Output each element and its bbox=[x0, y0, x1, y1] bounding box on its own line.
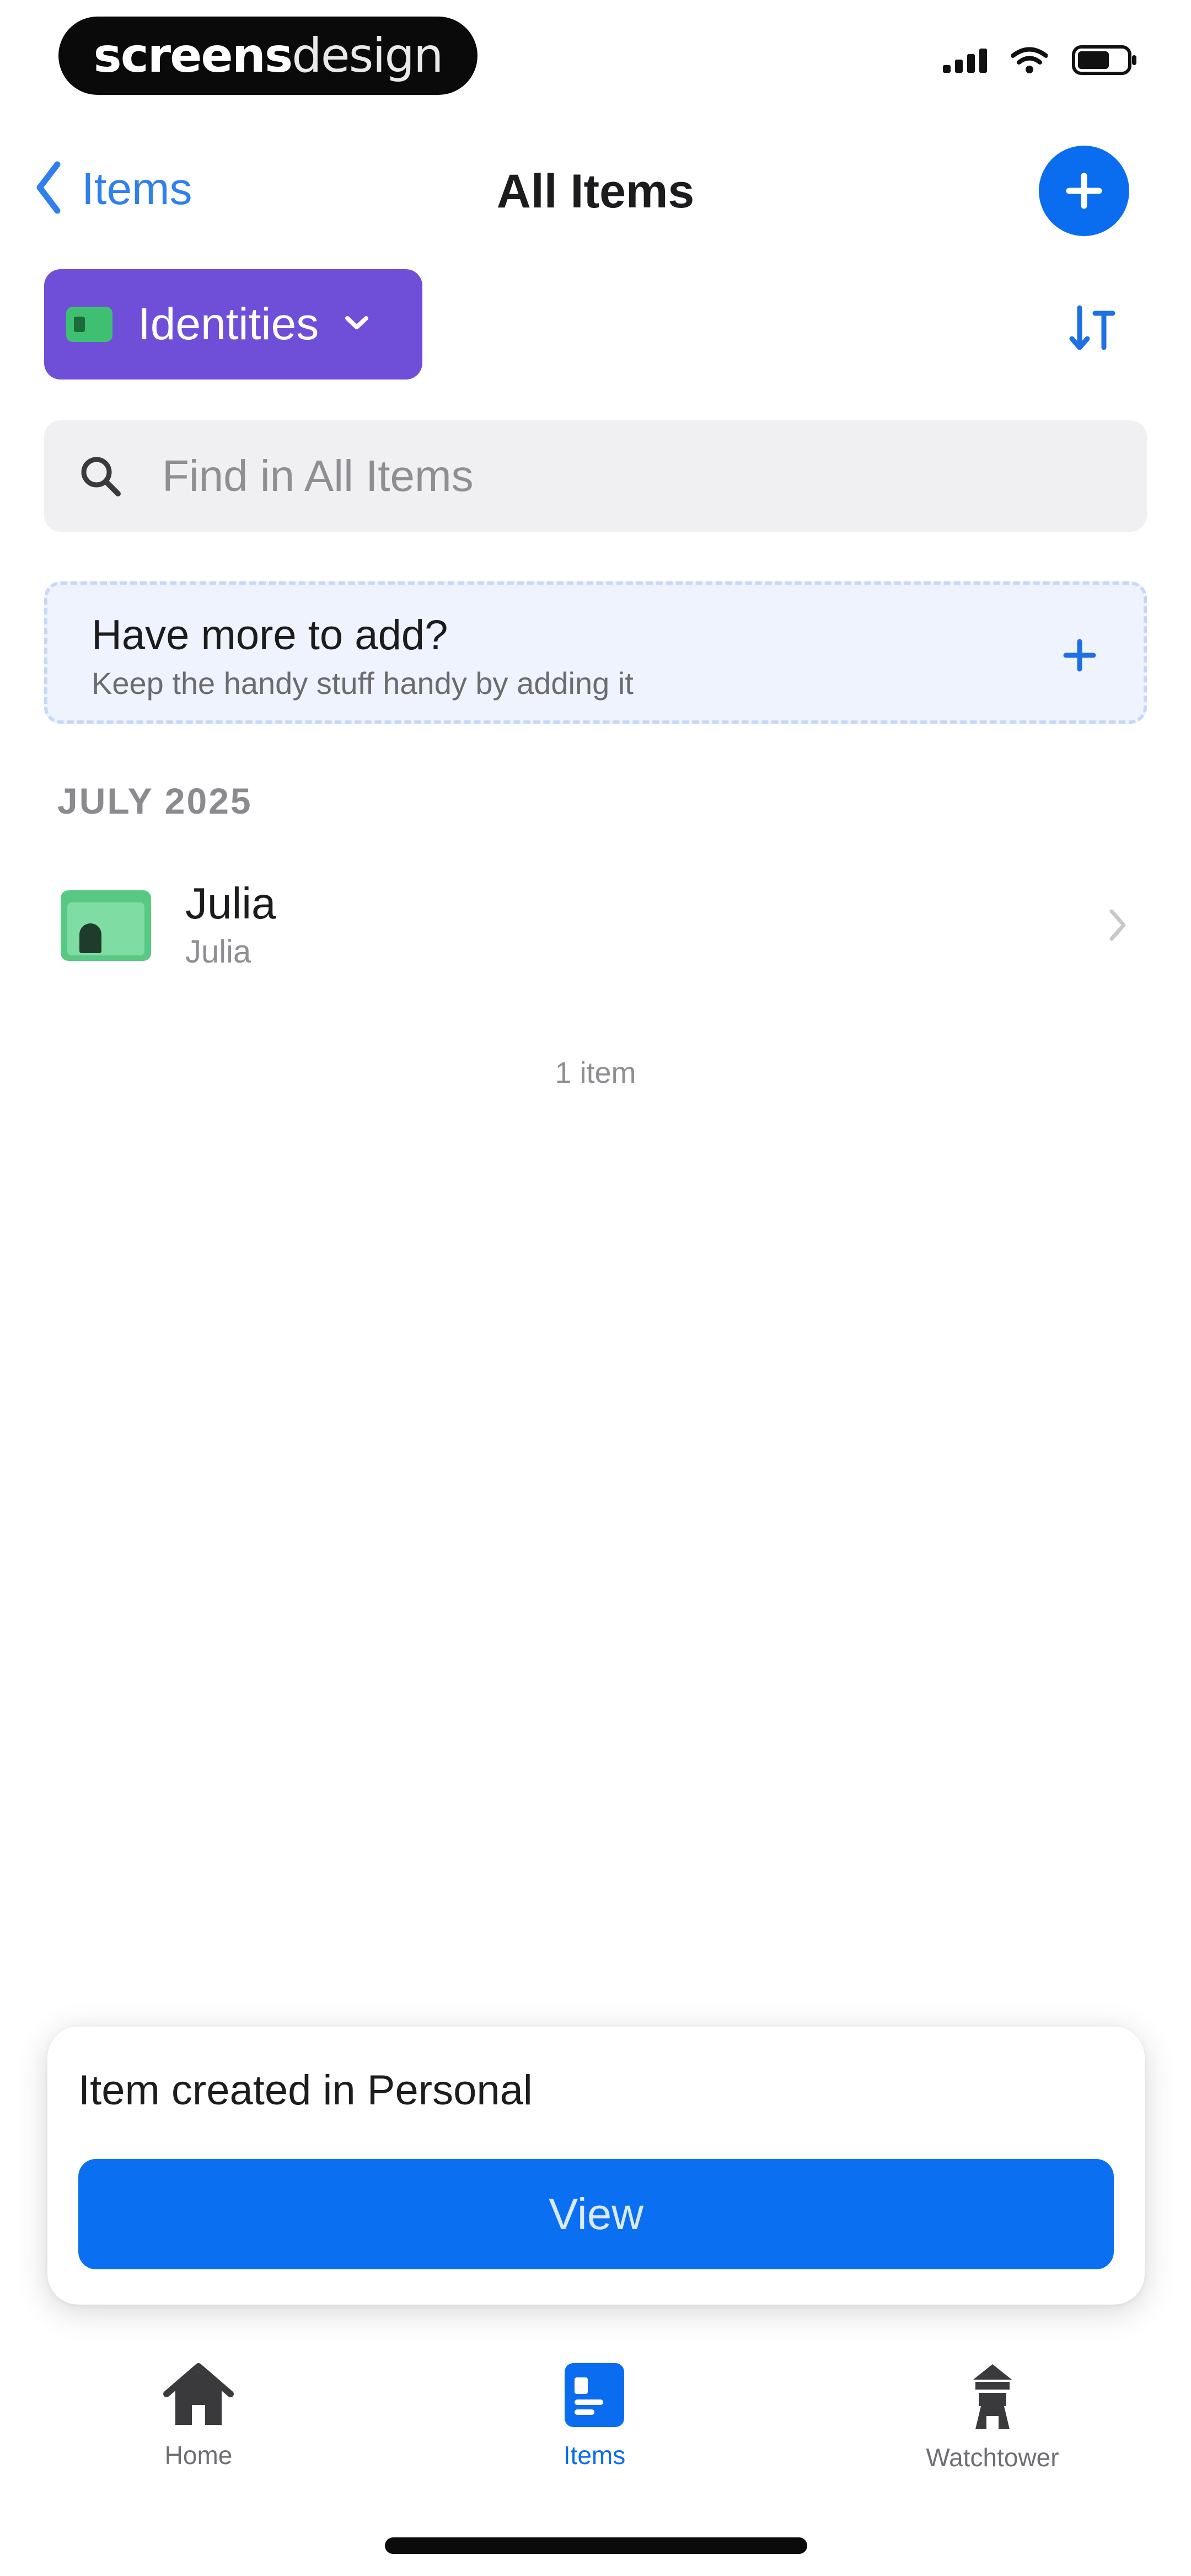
brand-bold: screens bbox=[93, 28, 293, 83]
page-title: All Items bbox=[496, 165, 695, 218]
add-item-button[interactable] bbox=[1039, 146, 1129, 236]
section-header: JULY 2025 bbox=[57, 781, 253, 821]
brand-wordmark: screensdesign bbox=[93, 28, 444, 83]
add-item-prompt-card[interactable]: Have more to add? Keep the handy stuff h… bbox=[44, 581, 1147, 724]
item-title: Julia bbox=[185, 879, 276, 928]
add-prompt-title: Have more to add? bbox=[92, 612, 448, 659]
item-count-label: 1 item bbox=[555, 1056, 636, 1089]
chevron-down-icon bbox=[344, 315, 369, 334]
tab-watchtower[interactable]: Watchtower bbox=[855, 2361, 1130, 2472]
tab-items[interactable]: Items bbox=[457, 2361, 732, 2470]
item-created-toast: Item created in Personal View bbox=[47, 2027, 1145, 2305]
watchtower-icon bbox=[973, 2364, 1012, 2429]
cellular-signal-icon bbox=[943, 47, 987, 73]
search-icon bbox=[79, 455, 121, 497]
view-button[interactable]: View bbox=[78, 2159, 1114, 2269]
item-subtitle: Julia bbox=[185, 934, 251, 970]
sort-icon bbox=[1069, 305, 1115, 350]
plus-icon bbox=[1058, 633, 1102, 677]
category-filter-label: Identities bbox=[138, 299, 319, 349]
wifi-icon bbox=[1011, 46, 1048, 74]
sort-button[interactable] bbox=[1062, 298, 1123, 359]
battery-icon bbox=[1072, 45, 1138, 75]
tab-bar: Home Items Watchtower bbox=[0, 2344, 1191, 2477]
identity-card-icon bbox=[66, 307, 112, 342]
status-bar: screensdesign bbox=[0, 0, 1191, 116]
identity-card-icon bbox=[61, 890, 151, 961]
tab-watchtower-label: Watchtower bbox=[926, 2443, 1059, 2472]
tab-items-label: Items bbox=[563, 2441, 626, 2470]
home-indicator bbox=[385, 2537, 807, 2554]
category-filter-dropdown[interactable]: Identities bbox=[44, 269, 422, 380]
toast-message: Item created in Personal bbox=[78, 2067, 533, 2114]
search-field[interactable] bbox=[44, 420, 1147, 532]
list-item[interactable]: Julia Julia bbox=[44, 855, 1147, 976]
tab-home[interactable]: Home bbox=[61, 2361, 336, 2470]
plus-icon bbox=[1066, 173, 1102, 209]
home-icon bbox=[163, 2363, 234, 2425]
tab-home-label: Home bbox=[164, 2441, 233, 2470]
brand-light: design bbox=[292, 28, 443, 83]
status-icons bbox=[943, 45, 1138, 75]
items-icon bbox=[565, 2363, 624, 2427]
brand-logo: screensdesign bbox=[58, 17, 478, 95]
chevron-right-icon bbox=[1108, 908, 1127, 945]
add-prompt-subtitle: Keep the handy stuff handy by adding it bbox=[92, 666, 634, 701]
search-input[interactable] bbox=[161, 450, 1045, 502]
navigation-bar: Items All Items bbox=[0, 132, 1191, 254]
